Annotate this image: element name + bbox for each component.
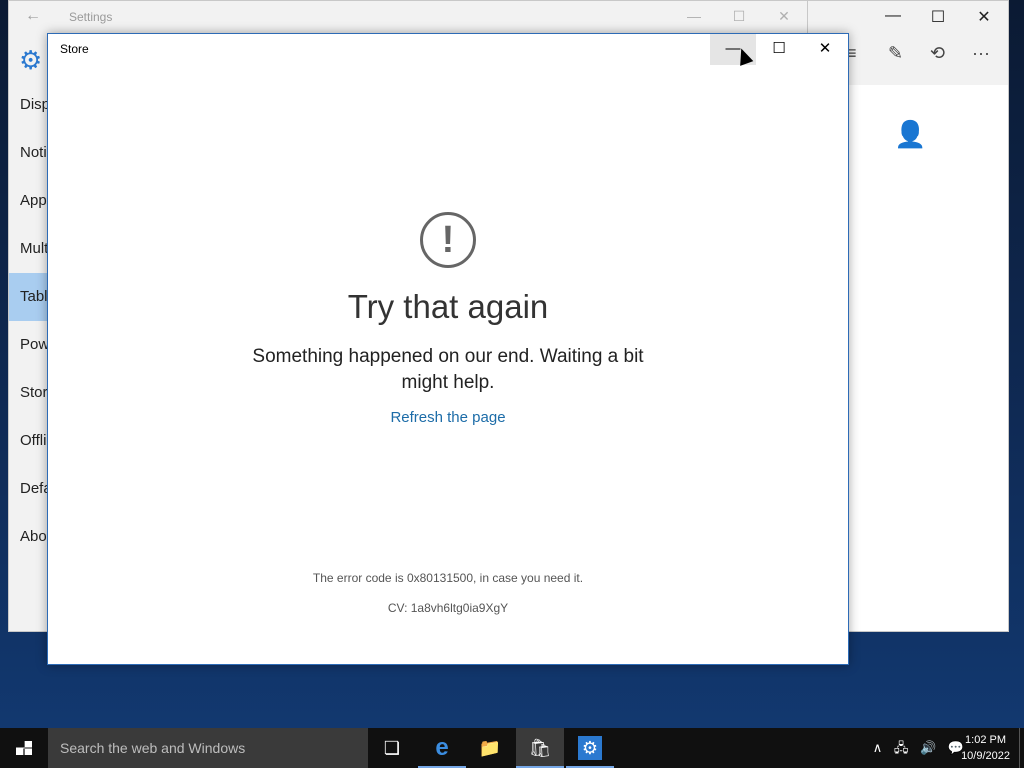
show-desktop-button[interactable] <box>1019 728 1024 768</box>
chevron-up-icon[interactable]: ∧ <box>873 740 883 755</box>
clock-date: 10/9/2022 <box>961 750 1010 762</box>
file-explorer-icon[interactable]: 📁 <box>466 728 514 768</box>
background-minimize-button[interactable]: — <box>873 7 913 25</box>
settings-nav-item-apps[interactable]: App <box>9 177 49 225</box>
store-taskbar-icon[interactable]: 🛍 <box>516 728 564 768</box>
store-title: Store <box>60 42 89 56</box>
background-maximize-button[interactable]: ☐ <box>918 7 958 27</box>
error-message: Something happened on our end. Waiting a… <box>252 346 644 393</box>
clock-time: 1:02 PM <box>965 734 1007 746</box>
volume-icon[interactable]: 🔊 <box>920 740 936 755</box>
share-icon[interactable]: ⟲ <box>930 43 945 64</box>
taskbar: Search the web and Windows ❏ e 📁 🛍 ⚙ ∧ 🖧… <box>0 728 1024 768</box>
note-icon[interactable]: ✎ <box>888 43 903 64</box>
taskbar-search-box[interactable]: Search the web and Windows <box>48 728 368 768</box>
clock[interactable]: 1:02 PM 10/9/2022 <box>961 732 1010 764</box>
edge-browser-icon[interactable]: e <box>418 728 466 768</box>
settings-nav-item-offline[interactable]: Offli <box>9 417 49 465</box>
settings-taskbar-icon[interactable]: ⚙ <box>566 728 614 768</box>
add-person-icon[interactable]: 👤 <box>894 119 926 150</box>
store-close-button[interactable]: ✕ <box>802 34 848 65</box>
settings-nav-item-display[interactable]: Disp <box>9 81 49 129</box>
settings-close-button[interactable]: ✕ <box>769 8 799 25</box>
start-button[interactable] <box>0 728 48 768</box>
system-tray: ∧ 🖧 🔊 💬 <box>865 728 964 768</box>
settings-titlebar[interactable]: ← Settings — ☐ ✕ <box>9 1 807 33</box>
task-view-icon[interactable]: ❏ <box>368 728 416 768</box>
refresh-page-link[interactable]: Refresh the page <box>48 409 848 426</box>
error-code-text: The error code is 0x80131500, in case yo… <box>312 571 584 585</box>
settings-nav-item-tablet[interactable]: Tabl <box>9 273 49 321</box>
settings-nav-item-power[interactable]: Pow <box>9 321 49 369</box>
error-heading: Try that again <box>347 288 549 325</box>
settings-nav-item-multitasking[interactable]: Mult <box>9 225 49 273</box>
settings-title: Settings <box>69 10 113 24</box>
exclamation-circle-icon: ! <box>420 212 476 268</box>
more-icon[interactable]: ··· <box>972 43 990 64</box>
gear-icon: ⚙ <box>578 736 602 760</box>
network-icon[interactable]: 🖧 <box>894 740 909 755</box>
settings-minimize-button[interactable]: — <box>679 8 709 24</box>
windows-logo-icon <box>16 741 32 755</box>
settings-nav-item-storage[interactable]: Stor <box>9 369 49 417</box>
settings-nav-item-default[interactable]: Defa <box>9 465 49 513</box>
background-close-button[interactable]: ✕ <box>964 7 1004 27</box>
settings-nav: Disp Noti App Mult Tabl Pow Stor Offli D… <box>9 81 49 561</box>
settings-nav-item-about[interactable]: Abo <box>9 513 49 561</box>
settings-nav-item-notifications[interactable]: Noti <box>9 129 49 177</box>
correlation-vector-text: CV: 1a8vh6ltg0ia9XgY <box>387 601 509 615</box>
settings-maximize-button[interactable]: ☐ <box>724 8 754 25</box>
back-arrow-icon[interactable]: ← <box>25 7 41 25</box>
gear-icon: ⚙ <box>19 45 43 75</box>
desktop: ← Settings — ☐ ✕ ⚙ Disp Noti App Mult Ta… <box>0 0 1024 768</box>
store-window[interactable]: Store — ☐ ✕ ! Try that again Something h… <box>47 33 849 665</box>
store-maximize-button[interactable]: ☐ <box>756 34 802 65</box>
